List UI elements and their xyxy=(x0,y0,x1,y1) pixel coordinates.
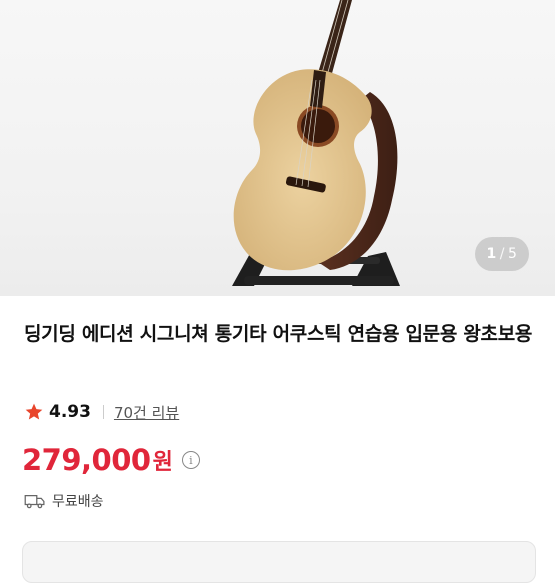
image-counter-separator: / xyxy=(499,246,506,262)
rating-row: 4.93 70건 리뷰 xyxy=(24,399,179,425)
image-counter-total: 5 xyxy=(508,246,518,262)
image-counter: 1 / 5 xyxy=(475,237,529,271)
product-title: 딩기딩 에디션 시그니쳐 통기타 어쿠스틱 연습용 입문용 왕초보용 xyxy=(24,323,533,345)
guitar-image xyxy=(232,0,400,286)
rating-value: 4.93 xyxy=(49,402,91,422)
image-counter-current: 1 xyxy=(486,246,497,262)
price-value: 279,000 xyxy=(22,443,151,477)
price-row: 279,000 원 i xyxy=(22,440,200,480)
bottom-card xyxy=(22,541,536,583)
shipping-row: 무료배송 xyxy=(24,490,104,512)
product-image-gallery[interactable]: 1 / 5 xyxy=(0,0,555,296)
info-icon[interactable]: i xyxy=(181,451,200,469)
star-icon xyxy=(25,403,43,420)
shipping-label: 무료배송 xyxy=(52,494,104,510)
truck-icon xyxy=(24,495,45,509)
price-currency: 원 xyxy=(152,450,173,475)
divider xyxy=(102,405,104,419)
review-count-link[interactable]: 70건 리뷰 xyxy=(114,402,179,423)
